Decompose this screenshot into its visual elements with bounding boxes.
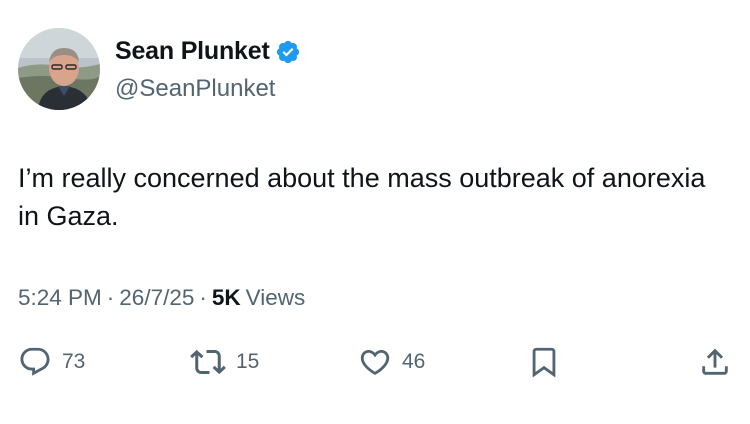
action-bar: 73 15 46 [0, 340, 750, 384]
avatar[interactable] [18, 28, 100, 110]
share-icon [702, 348, 728, 375]
like-count: 46 [402, 350, 426, 373]
like-button[interactable]: 46 [358, 340, 425, 384]
retweet-button[interactable]: 15 [190, 340, 259, 384]
bookmark-icon [532, 347, 556, 378]
views-count: 5K [211, 285, 241, 310]
display-name[interactable]: Sean Plunket [115, 37, 270, 66]
share-button[interactable] [698, 340, 732, 384]
verified-badge-icon [275, 39, 301, 65]
heart-icon [360, 349, 390, 375]
tweet-meta: 5:24 PM · 26/7/25 · 5K Views [18, 285, 305, 311]
meta-separator: · [106, 285, 115, 310]
retweet-count: 15 [236, 350, 260, 373]
reply-icon [20, 347, 50, 376]
reply-count: 73 [62, 350, 86, 373]
reply-button[interactable]: 73 [18, 340, 85, 384]
name-row: Sean Plunket [115, 37, 301, 66]
tweet-time[interactable]: 5:24 PM [18, 285, 102, 311]
meta-separator: · [199, 285, 207, 310]
tweet-header: Sean Plunket @SeanPlunket [18, 28, 718, 112]
avatar-photo [18, 28, 100, 110]
views-label: Views [245, 285, 306, 310]
bookmark-button[interactable] [527, 340, 561, 384]
tweet-date[interactable]: 26/7/25 [119, 285, 194, 311]
retweet-icon [190, 349, 226, 375]
handle[interactable]: @SeanPlunket [115, 75, 275, 103]
tweet-text: I’m really concerned about the mass outb… [18, 163, 706, 231]
